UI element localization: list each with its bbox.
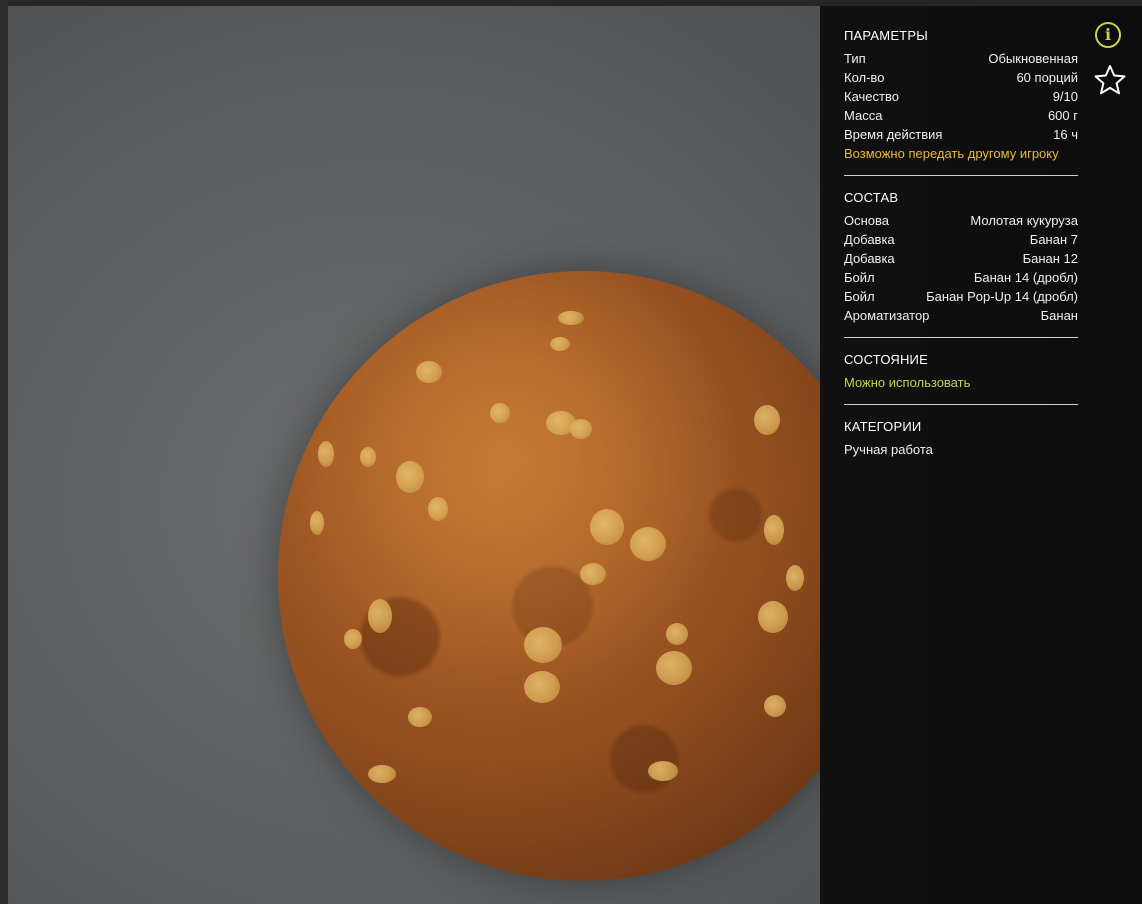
bait-spot [758,601,788,633]
transfer-note: Возможно передать другому игроку [844,146,1059,161]
bait-spot [360,447,376,467]
param-row: Тип Обыкновенная [844,51,1078,66]
bait-spot [550,337,570,351]
bait-spot [368,599,392,633]
composition-heading: СОСТАВ [844,190,899,205]
bait-spot [524,627,562,663]
bait-spot [368,765,396,783]
bait-spot [408,707,432,727]
category-value: Ручная работа [844,442,933,457]
parameters-heading: ПАРАМЕТРЫ [844,28,928,43]
bait-spot [580,563,606,585]
bait-spot [318,441,334,467]
composition-row: Основа Молотая кукуруза [844,213,1078,228]
item-details: ПАРАМЕТРЫ Тип Обыкновенная Кол-во 60 порци… [844,28,1078,459]
composition-row: Бойл Банан Pop-Up 14 (дробл) [844,289,1078,304]
bait-spot [764,695,786,717]
composition-row: Добавка Банан 7 [844,232,1078,247]
left-border [0,0,8,904]
info-icon[interactable]: i [1095,22,1121,48]
groundbait-ball-model [278,271,820,881]
bait-spot [754,405,780,435]
bait-spot [310,511,324,535]
categories-heading: КАТЕГОРИИ [844,419,922,434]
star-icon[interactable] [1094,64,1126,96]
bait-spot [648,761,678,781]
item-preview-viewport[interactable] [8,6,820,904]
state-heading: СОСТОЯНИЕ [844,352,928,367]
param-row: Масса 600 г [844,108,1078,123]
bait-spot [524,671,560,703]
bait-spot [416,361,442,383]
state-value: Можно использовать [844,375,971,390]
bait-spot [666,623,688,645]
bait-spot [570,419,592,439]
bait-spot [590,509,624,545]
section-divider [844,337,1078,338]
composition-row: Ароматизатор Банан [844,308,1078,323]
composition-row: Добавка Банан 12 [844,251,1078,266]
composition-row: Бойл Банан 14 (дробл) [844,270,1078,285]
bait-spot [656,651,692,685]
bait-spot [490,403,510,423]
bait-spot [786,565,804,591]
param-row: Качество 9/10 [844,89,1078,104]
item-info-panel: i ПАРАМЕТРЫ Тип Обыкновенная Кол-во 60 пор… [820,6,1142,904]
bait-spot [428,497,448,521]
bait-spot [630,527,666,561]
param-row: Время действия 16 ч [844,127,1078,142]
param-row: Кол-во 60 порций [844,70,1078,85]
bait-spot [396,461,424,493]
section-divider [844,175,1078,176]
bait-spot [558,311,584,325]
bait-spot [764,515,784,545]
section-divider [844,404,1078,405]
bait-spot [344,629,362,649]
